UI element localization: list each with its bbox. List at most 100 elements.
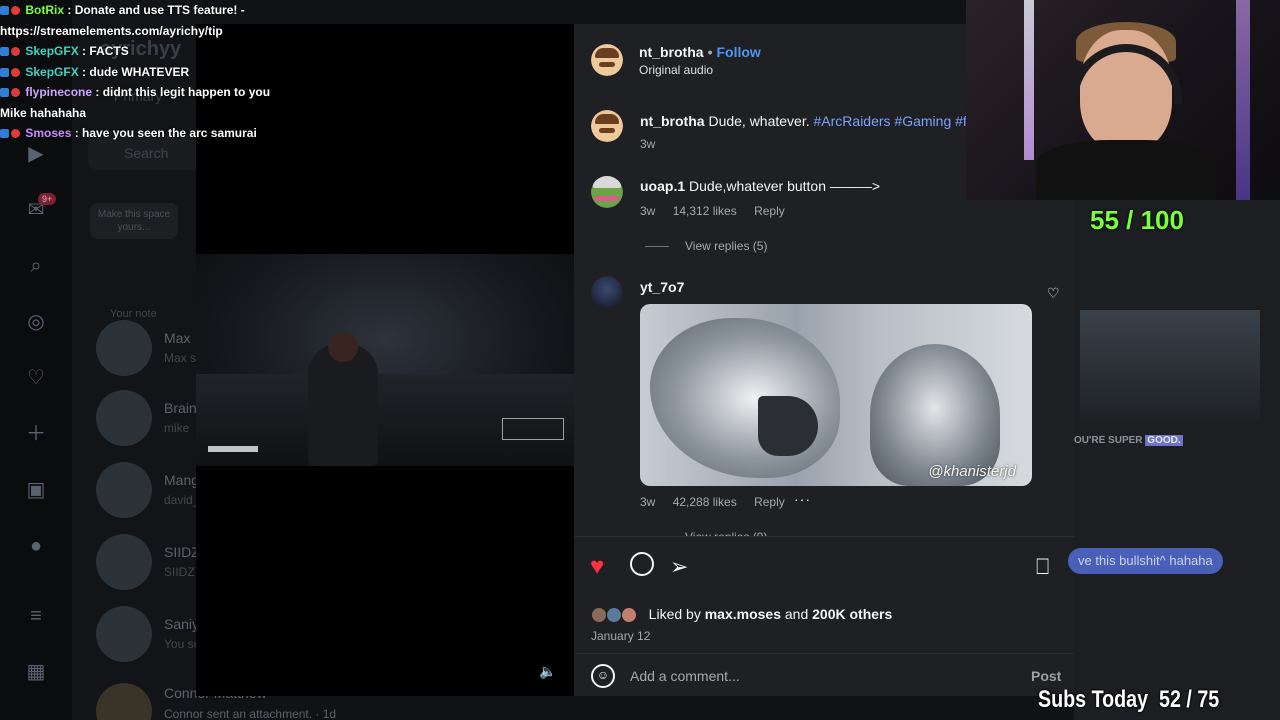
post-button[interactable]: Post — [1031, 668, 1061, 684]
reels-icon[interactable]: ▶ — [22, 140, 50, 168]
chat-username[interactable]: SkepGFX — [25, 44, 78, 58]
avatar — [96, 606, 152, 662]
bookmark-icon[interactable]: ⎕ — [1036, 553, 1049, 581]
post-actions: ♥ ➢ ⎕ Liked by max.moses and 200K others… — [574, 536, 1074, 696]
subs-today-counter: Subs Today 52 / 75 — [1038, 686, 1220, 713]
thread-preview: mike — [164, 421, 190, 435]
badge-icon — [0, 67, 9, 77]
thread-preview: Connor sent an attachment. · 1d — [164, 707, 337, 720]
score-counter: 55 / 100 — [1090, 205, 1184, 235]
lion-mouth — [758, 396, 818, 456]
comment-avatar[interactable] — [591, 176, 623, 208]
chat-message: SkepGFX : dude WHATEVER — [0, 62, 300, 83]
avatar — [96, 390, 152, 446]
follow-button[interactable]: Follow — [716, 44, 760, 60]
hud-ammo — [502, 418, 564, 440]
thread-name: Brain — [164, 400, 197, 416]
comment-meta: 3w 42,288 likes Reply — [640, 495, 799, 509]
caption-age: 3w — [640, 137, 656, 151]
more-options-icon[interactable]: ··· — [794, 491, 811, 507]
chat-username[interactable]: flypinecone — [25, 85, 92, 99]
caption-hashtags[interactable]: #ArcRaiders #Gaming #fu — [814, 113, 975, 129]
apps-icon[interactable]: ▦ — [22, 658, 50, 686]
thread-name: Max — [164, 330, 191, 346]
badge-icon — [11, 88, 20, 98]
comment-age: 3w — [640, 204, 656, 218]
player-head — [328, 332, 358, 362]
your-note-label: Your note — [110, 308, 157, 320]
caption: nt_brotha Dude, whatever. #ArcRaiders #G… — [640, 113, 975, 129]
comment-likes[interactable]: 42,288 likes — [673, 495, 737, 509]
badge-icon — [0, 129, 9, 139]
stream-chat: BotRix : Donate and use TTS feature! - h… — [0, 0, 300, 144]
volume-icon[interactable]: 🔈 — [538, 661, 558, 681]
streamer-shirt — [1036, 140, 1216, 200]
comment-likes[interactable]: 14,312 likes — [673, 204, 737, 218]
chat-username[interactable]: BotRix — [25, 3, 64, 17]
author-name[interactable]: nt_brotha • Follow — [639, 44, 761, 60]
comment-gif[interactable]: @khanisterjd — [640, 304, 1032, 486]
liker-avatar — [605, 607, 622, 624]
gif-watermark: @khanisterjd — [928, 463, 1016, 480]
liker-avatar — [620, 607, 637, 624]
chat-message: Smoses : have you seen the arc samurai — [0, 123, 300, 144]
author-avatar[interactable] — [591, 44, 623, 76]
caption-user[interactable]: nt_brotha — [640, 113, 705, 129]
liked-by-others[interactable]: 200K others — [812, 606, 892, 622]
thread-name: SIIDZ — [164, 544, 200, 560]
badge-icon — [11, 67, 20, 77]
chat-message: BotRix : Donate and use TTS feature! - h… — [0, 0, 290, 41]
comment-avatar[interactable] — [591, 276, 623, 308]
comment-user[interactable]: yt_7o7 — [640, 279, 684, 295]
chat-text: : FACTS — [82, 44, 129, 58]
player-character — [308, 344, 378, 466]
thread-preview: Max s — [164, 351, 197, 365]
liked-by-suffix: and — [784, 606, 809, 622]
emoji-icon[interactable]: ☺ — [591, 664, 615, 688]
share-icon[interactable]: ➢ — [670, 553, 688, 581]
badge-icon — [0, 47, 9, 57]
note-box[interactable]: Make this space yours... — [90, 203, 178, 239]
comment-user[interactable]: uoap.1 — [640, 178, 685, 194]
comment-age: 3w — [640, 495, 656, 509]
post-date: January 12 — [591, 629, 651, 643]
dashboard-icon[interactable]: ▣ — [22, 476, 50, 504]
led-light — [1024, 0, 1034, 160]
chat-text: : dude WHATEVER — [82, 64, 190, 79]
create-icon[interactable]: ＋ — [22, 420, 50, 448]
comment-input[interactable]: Add a comment... — [630, 668, 740, 684]
menu-icon[interactable]: ≡ — [22, 602, 50, 630]
message-bubble: ve this bullshit^ hahaha — [1068, 548, 1223, 574]
heart-icon[interactable]: ♡ — [22, 364, 50, 392]
reply-button[interactable]: Reply — [754, 495, 785, 509]
caption-avatar[interactable] — [591, 110, 623, 142]
comment-meta: 3w 14,312 likes Reply — [640, 204, 799, 218]
notification-badge: 9+ — [38, 193, 57, 205]
streamer-webcam — [966, 0, 1280, 200]
liked-by-user[interactable]: max.moses — [705, 606, 781, 622]
comment-like-icon[interactable]: ♡ — [1047, 285, 1060, 302]
gameplay-frame — [196, 254, 574, 466]
led-light — [1236, 0, 1250, 200]
chat-username[interactable]: Smoses — [25, 126, 71, 140]
liked-by-prefix: Liked by — [648, 606, 701, 622]
liker-avatar — [591, 607, 607, 624]
liked-by: Liked by max.moses and 200K others — [591, 606, 892, 624]
view-replies-button[interactable]: View replies (5) — [645, 239, 767, 253]
profile-icon[interactable]: ● — [22, 532, 50, 560]
explore-icon[interactable]: ◎ — [22, 308, 50, 336]
audio-label[interactable]: Original audio — [639, 63, 713, 77]
chat-message: SkepGFX : FACTS — [0, 41, 300, 62]
avatar — [96, 320, 152, 376]
comment-icon[interactable] — [630, 552, 654, 576]
like-icon[interactable]: ♥ — [590, 553, 604, 581]
comment-body: uoap.1 Dude,whatever button ———> — [640, 178, 880, 194]
chat-text: : have you seen the arc samurai — [74, 126, 257, 140]
shared-image — [1080, 310, 1260, 420]
avatar — [96, 462, 152, 518]
reply-button[interactable]: Reply — [754, 204, 785, 218]
lion-image — [650, 318, 840, 478]
avatar — [96, 534, 152, 590]
chat-username[interactable]: SkepGFX — [25, 65, 78, 79]
search-icon[interactable]: ⌕ — [22, 252, 50, 280]
